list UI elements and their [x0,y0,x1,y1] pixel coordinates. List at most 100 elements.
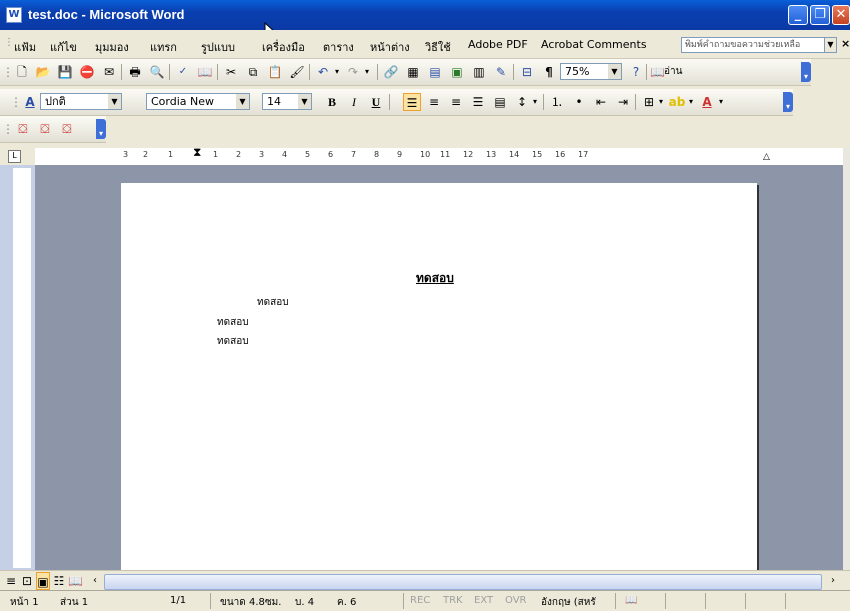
align-left-icon[interactable]: ☰ [403,93,421,111]
italic-button[interactable]: I [345,93,363,111]
read-icon[interactable]: 📖 [650,63,665,81]
menu-adobe-pdf[interactable]: Adobe PDF [468,38,528,51]
permission-icon[interactable]: ⛔ [78,63,96,81]
show-hide-icon[interactable]: ¶ [540,63,558,81]
numbering-icon[interactable]: ⒈ [548,93,566,111]
drawing-icon[interactable]: ✎ [492,63,510,81]
menu-acrobat-comments[interactable]: Acrobat Comments [541,38,647,51]
menu-help[interactable]: วิธีใช้ [425,38,451,56]
status-separator [403,593,404,609]
toolbar-grip-icon: ⋮ [2,122,14,136]
font-color-dropdown-icon[interactable]: ▾ [716,93,726,111]
standard-toolbar-options-chevron[interactable]: ▾ [801,62,811,82]
font-select[interactable]: Cordia New ▼ [146,93,250,110]
cut-icon[interactable]: ✂ [222,63,240,81]
vertical-ruler[interactable] [13,168,31,568]
right-indent-marker-icon[interactable]: △ [763,152,770,162]
status-rec[interactable]: REC [410,595,430,606]
status-separator [615,593,616,609]
print-preview-icon[interactable]: 🔍 [148,63,166,81]
bold-button[interactable]: B [323,93,341,111]
spelling-status-icon[interactable]: 📖 [625,595,637,606]
help-icon[interactable]: ? [627,63,645,81]
menu-file[interactable]: แฟ้ม [14,38,36,56]
undo-icon[interactable]: ↶ [314,63,332,81]
ruler-tick: 16 [555,150,566,159]
menu-window[interactable]: หน้าต่าง [370,38,410,56]
distributed-icon[interactable]: ▤ [491,93,509,111]
paste-icon[interactable]: 📋 [266,63,284,81]
convert-email-pdf-icon[interactable]: ⛋ [36,120,54,138]
scroll-right-button[interactable]: › [826,572,840,590]
copy-icon[interactable]: ⧉ [244,63,262,81]
insert-excel-icon[interactable]: ▣ [448,63,466,81]
zoom-select[interactable]: 75% ▼ [560,63,622,80]
borders-dropdown-icon[interactable]: ▾ [656,93,666,111]
menu-view[interactable]: มุมมอง [95,38,129,56]
tab-selector[interactable]: L [8,150,21,163]
vertical-scrollbar[interactable] [843,148,850,578]
web-layout-view-icon[interactable]: ⊡ [20,572,34,590]
redo-dropdown-icon[interactable]: ▾ [362,63,372,81]
menu-edit[interactable]: แก้ไข [50,38,77,56]
indent-marker-icon[interactable]: ⧗ [193,146,201,158]
style-select[interactable]: ปกติ ▼ [40,93,122,110]
align-right-icon[interactable]: ≡ [447,93,465,111]
maximize-button[interactable]: ❐ [810,5,830,25]
bullets-icon[interactable]: • [570,93,588,111]
print-layout-view-icon[interactable]: ▣ [36,572,50,590]
align-center-icon[interactable]: ≡ [425,93,443,111]
highlight-dropdown-icon[interactable]: ▾ [686,93,696,111]
decrease-indent-icon[interactable]: ⇤ [592,93,610,111]
minimize-button[interactable]: _ [788,5,808,25]
menu-insert[interactable]: แทรก [150,38,177,56]
reading-layout-view-icon[interactable]: 📖 [68,572,83,590]
save-icon[interactable]: 💾 [56,63,74,81]
scroll-left-button[interactable]: ‹ [88,572,102,590]
research-icon[interactable]: 📖 [196,63,214,81]
help-question-input[interactable]: พิมพ์คำถามขอความช่วยเหลือ [681,37,833,53]
horizontal-scroll-thumb[interactable] [104,574,822,590]
menu-table[interactable]: ตาราง [323,38,354,56]
line-spacing-dropdown-icon[interactable]: ▾ [530,93,540,111]
outline-view-icon[interactable]: ☷ [52,572,66,590]
acrobat-toolbar-options-chevron[interactable]: ▾ [96,119,106,139]
undo-dropdown-icon[interactable]: ▾ [332,63,342,81]
convert-to-pdf-icon[interactable]: ⛋ [14,120,32,138]
menu-tools[interactable]: เครื่องมือ [262,38,305,56]
font-color-icon[interactable]: A [698,93,716,111]
spelling-icon[interactable]: ✓ [174,63,192,81]
close-button[interactable]: ✕ [832,5,850,25]
hyperlink-icon[interactable]: 🔗 [382,63,400,81]
word-app-icon[interactable]: W [6,7,22,23]
status-ext[interactable]: EXT [474,595,493,606]
styles-formatting-icon[interactable]: A [21,93,39,111]
justify-icon[interactable]: ☰ [469,93,487,111]
columns-icon[interactable]: ▥ [470,63,488,81]
convert-review-pdf-icon[interactable]: ⛋ [58,120,76,138]
underline-button[interactable]: U [367,93,385,111]
status-ovr[interactable]: OVR [505,595,526,606]
increase-indent-icon[interactable]: ⇥ [614,93,632,111]
format-painter-icon[interactable]: 🖌 [288,63,306,81]
email-icon[interactable]: ✉ [100,63,118,81]
horizontal-ruler[interactable]: 3 2 1 1 2 3 4 5 6 7 8 9 10 11 12 13 14 1… [35,146,845,165]
formatting-toolbar-options-chevron[interactable]: ▾ [783,92,793,112]
document-map-icon[interactable]: ⊟ [518,63,536,81]
font-size-select[interactable]: 14 ▼ [262,93,312,110]
help-dropdown-arrow[interactable]: ▼ [824,37,837,53]
line-spacing-icon[interactable]: ↕ [513,93,531,111]
open-folder-icon[interactable]: 📂 [34,63,52,81]
redo-icon[interactable]: ↷ [344,63,362,81]
read-button[interactable]: อ่าน [664,63,690,81]
new-document-icon[interactable]: 🗋 [13,63,31,81]
highlight-icon[interactable]: ab [668,93,686,111]
menu-format[interactable]: รูปแบบ [201,38,235,56]
insert-table-icon[interactable]: ▤ [426,63,444,81]
status-trk[interactable]: TRK [443,595,463,606]
document-page[interactable]: ทดสอบ ทดสอบ ทดสอบ ทดสอบ [121,183,757,570]
print-icon[interactable]: 🖶 [126,63,144,81]
normal-view-icon[interactable]: ≡ [4,572,18,590]
tables-borders-icon[interactable]: ▦ [404,63,422,81]
document-close-icon[interactable]: × [841,37,850,50]
